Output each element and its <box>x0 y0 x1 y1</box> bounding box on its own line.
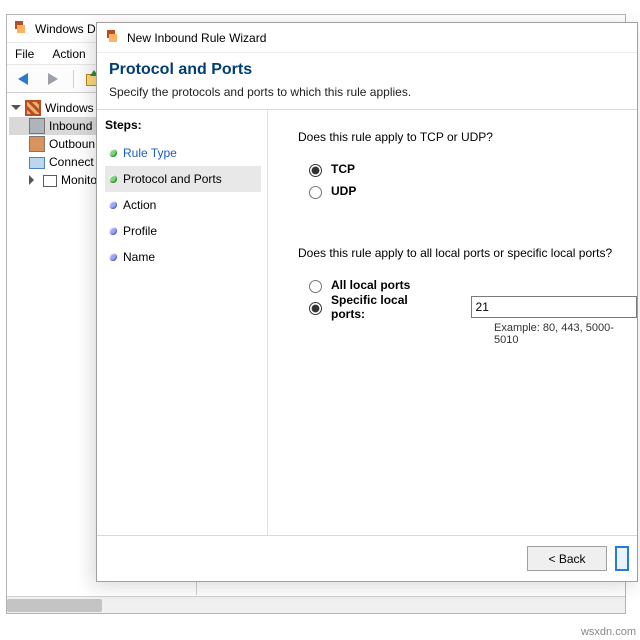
firewall-app-icon <box>105 30 121 46</box>
wizard-steps-panel: Steps: Rule Type Protocol and Ports Acti… <box>97 110 267 535</box>
monitoring-icon <box>43 175 57 187</box>
tree-inbound-label: Inbound <box>49 119 92 133</box>
tree-connection-label: Connect <box>49 155 94 169</box>
scrollbar-thumb[interactable] <box>7 599 102 612</box>
radio-all-local-ports-label: All local ports <box>331 278 410 292</box>
step-profile[interactable]: Profile <box>105 218 261 244</box>
wizard-button-row: < Back <box>97 535 637 581</box>
step-protocol-ports[interactable]: Protocol and Ports <box>105 166 261 192</box>
back-button[interactable]: < Back <box>527 546 607 571</box>
step-action[interactable]: Action <box>105 192 261 218</box>
step-profile-label: Profile <box>123 224 157 238</box>
connection-icon <box>29 157 45 169</box>
next-button[interactable] <box>615 546 629 571</box>
specific-ports-input[interactable] <box>471 296 637 318</box>
wizard-heading: Protocol and Ports <box>109 61 625 79</box>
wizard-titlebar: New Inbound Rule Wizard <box>97 23 637 53</box>
wizard-content-panel: Does this rule apply to TCP or UDP? TCP … <box>267 110 637 535</box>
firewall-app-icon <box>13 21 29 37</box>
step-protocol-ports-label: Protocol and Ports <box>123 172 222 186</box>
nav-forward-button[interactable] <box>41 68 65 90</box>
step-name-label: Name <box>123 250 155 264</box>
ports-section: Does this rule apply to all local ports … <box>298 246 637 346</box>
menu-action[interactable]: Action <box>52 47 85 61</box>
protocol-question: Does this rule apply to TCP or UDP? <box>298 130 637 144</box>
step-bullet-icon <box>109 175 117 183</box>
radio-row-tcp: TCP <box>304 158 637 180</box>
radio-udp-label: UDP <box>331 184 356 198</box>
ports-question: Does this rule apply to all local ports … <box>298 246 637 260</box>
step-bullet-icon <box>109 201 117 209</box>
nav-back-button[interactable] <box>11 68 35 90</box>
radio-udp[interactable] <box>309 186 322 199</box>
arrow-right-icon <box>48 73 58 85</box>
steps-header: Steps: <box>105 118 261 132</box>
expand-toggle-icon[interactable] <box>11 103 21 113</box>
arrow-left-icon <box>18 73 28 85</box>
radio-row-specific-ports: Specific local ports: <box>304 296 637 318</box>
new-inbound-rule-wizard: New Inbound Rule Wizard Protocol and Por… <box>96 22 638 582</box>
radio-specific-local-ports-label: Specific local ports: <box>331 293 443 321</box>
wizard-header: Protocol and Ports Specify the protocols… <box>97 53 637 109</box>
watermark-text: wsxdn.com <box>581 626 636 638</box>
radio-specific-local-ports[interactable] <box>309 302 322 315</box>
port-example-text: Example: 80, 443, 5000-5010 <box>494 322 637 346</box>
step-rule-type-label[interactable]: Rule Type <box>123 146 177 160</box>
radio-tcp[interactable] <box>309 164 322 177</box>
step-bullet-icon <box>109 253 117 261</box>
step-bullet-icon <box>109 227 117 235</box>
wizard-body: Steps: Rule Type Protocol and Ports Acti… <box>97 109 637 535</box>
step-name[interactable]: Name <box>105 244 261 270</box>
step-bullet-icon <box>109 149 117 157</box>
tree-outbound-label: Outboun <box>49 137 95 151</box>
step-rule-type[interactable]: Rule Type <box>105 140 261 166</box>
menu-file[interactable]: File <box>15 47 34 61</box>
wizard-window-title: New Inbound Rule Wizard <box>127 31 266 45</box>
inbound-rule-icon <box>29 118 45 134</box>
toolbar-separator <box>73 70 74 88</box>
radio-row-udp: UDP <box>304 180 637 202</box>
firewall-root-icon <box>25 100 41 116</box>
step-action-label: Action <box>123 198 156 212</box>
tree-horizontal-scrollbar[interactable] <box>7 596 625 613</box>
expand-toggle-icon[interactable] <box>29 175 39 185</box>
radio-tcp-label: TCP <box>331 162 355 176</box>
wizard-description: Specify the protocols and ports to which… <box>109 85 625 99</box>
radio-all-local-ports[interactable] <box>309 280 322 293</box>
outbound-rule-icon <box>29 136 45 152</box>
